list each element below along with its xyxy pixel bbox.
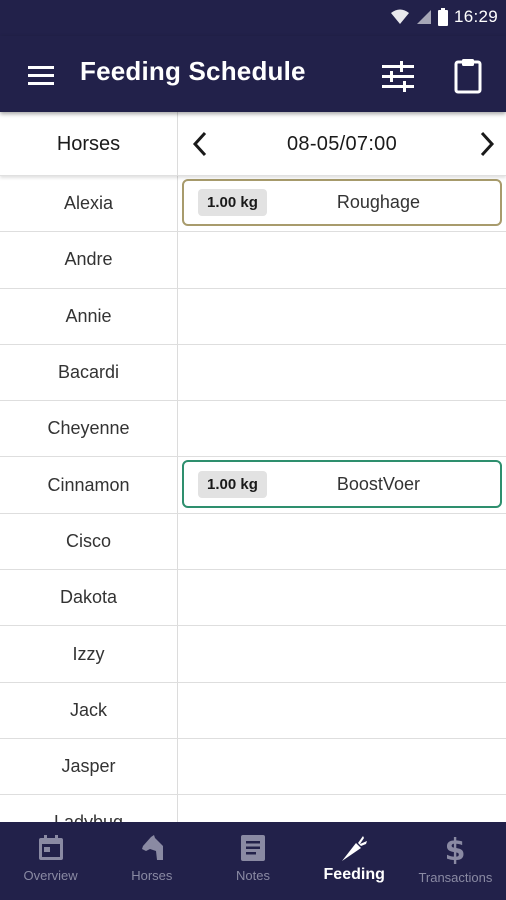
dollar-icon: $ [440,834,470,864]
feeding-cell[interactable] [179,795,506,822]
nav-notes-label: Notes [236,868,270,883]
nav-feeding[interactable]: Feeding [304,822,405,900]
horse-row: Izzy [0,626,506,683]
nav-transactions-label: Transactions [418,870,493,885]
feeding-cell[interactable] [179,626,506,681]
feeding-cell[interactable] [179,739,506,794]
horse-name[interactable]: Cisco [0,513,178,570]
status-time: 16:29 [453,7,498,26]
horse-head-icon [137,834,167,862]
next-time-button[interactable] [472,128,502,160]
feed-quantity-badge: 1.00 kg [198,470,267,498]
horse-name[interactable]: Alexia [0,176,178,232]
horse-row: Cinnamon 1.00 kg BoostVoer [0,457,506,514]
horse-name[interactable]: Jasper [0,738,178,795]
menu-button[interactable] [22,58,62,92]
horse-row: Annie [0,288,506,345]
horse-name[interactable]: Cheyenne [0,401,178,457]
feeding-cell[interactable] [179,289,506,344]
signal-icon [416,9,432,25]
horse-row: Bacardi [0,344,506,402]
clipboard-icon [448,59,488,100]
feeding-grid: Alexia 1.00 kg Roughage Andre Annie Bacardi Ch… [0,176,506,822]
nav-horses-label: Horses [131,868,173,883]
bottom-navigation: Overview Horses Notes Feeding $ Transact… [0,822,506,900]
chevron-right-icon [472,131,502,164]
chevron-left-icon [186,131,216,164]
feed-quantity-badge: 1.00 kg [198,189,267,217]
horse-name[interactable]: Annie [0,288,178,344]
nav-overview[interactable]: Overview [0,822,101,900]
clipboard-button[interactable] [448,56,488,96]
nav-transactions[interactable]: $ Transactions [405,822,506,900]
wifi-icon [390,9,410,25]
horse-name[interactable]: Izzy [0,626,178,682]
feed-name: Roughage [336,192,420,213]
horse-name[interactable]: Dakota [0,570,178,626]
feeding-cell[interactable] [179,401,506,456]
horse-row: Jack [0,682,506,739]
feed-name: BoostVoer [336,473,420,494]
nav-feeding-label: Feeding [323,866,385,883]
calendar-icon [36,834,66,862]
horse-row: Cisco [0,513,506,571]
feeding-cell[interactable] [179,514,506,569]
feed-entry[interactable]: 1.00 kg Roughage [182,179,502,227]
nav-overview-label: Overview [23,868,78,883]
feeding-cell[interactable] [179,683,506,738]
feeding-cell[interactable]: 1.00 kg BoostVoer [179,457,506,512]
hamburger-menu-icon [22,66,62,96]
horse-name[interactable]: Cinnamon [0,457,178,513]
feeding-cell[interactable] [179,345,506,400]
horse-name[interactable]: Andre [0,232,178,288]
status-icons: 16:29 [390,7,498,27]
horse-row: Cheyenne [0,401,506,458]
nav-horses[interactable]: Horses [101,822,202,900]
note-icon [238,834,268,862]
carrot-icon [339,834,369,862]
previous-time-button[interactable] [186,128,216,160]
feeding-cell[interactable] [179,570,506,625]
horse-row: Andre [0,232,506,289]
svg-text:$: $ [445,834,466,864]
feed-entry[interactable]: 1.00 kg BoostVoer [182,460,502,508]
horse-row: Ladybug [0,795,506,822]
battery-icon [437,8,448,26]
horse-name[interactable]: Ladybug [0,795,178,822]
schedule-header: Horses 08-05/07:00 [0,112,506,176]
horse-name[interactable]: Bacardi [0,344,178,401]
tune-sliders-icon [378,61,418,100]
schedule-date-time: 08-05/07:00 [286,132,398,155]
horse-row: Jasper [0,738,506,796]
filter-settings-button[interactable] [378,56,418,96]
status-bar: 16:29 [0,0,506,36]
app-bar: Feeding Schedule [0,36,506,112]
page-title: Feeding Schedule [80,56,306,86]
horse-row: Alexia 1.00 kg Roughage [0,176,506,233]
feeding-cell[interactable] [179,232,506,287]
feeding-cell[interactable]: 1.00 kg Roughage [179,176,506,231]
horse-name[interactable]: Jack [0,682,178,738]
nav-notes[interactable]: Notes [202,822,303,900]
horse-row: Dakota [0,570,506,627]
horses-column-header: Horses [0,112,178,176]
